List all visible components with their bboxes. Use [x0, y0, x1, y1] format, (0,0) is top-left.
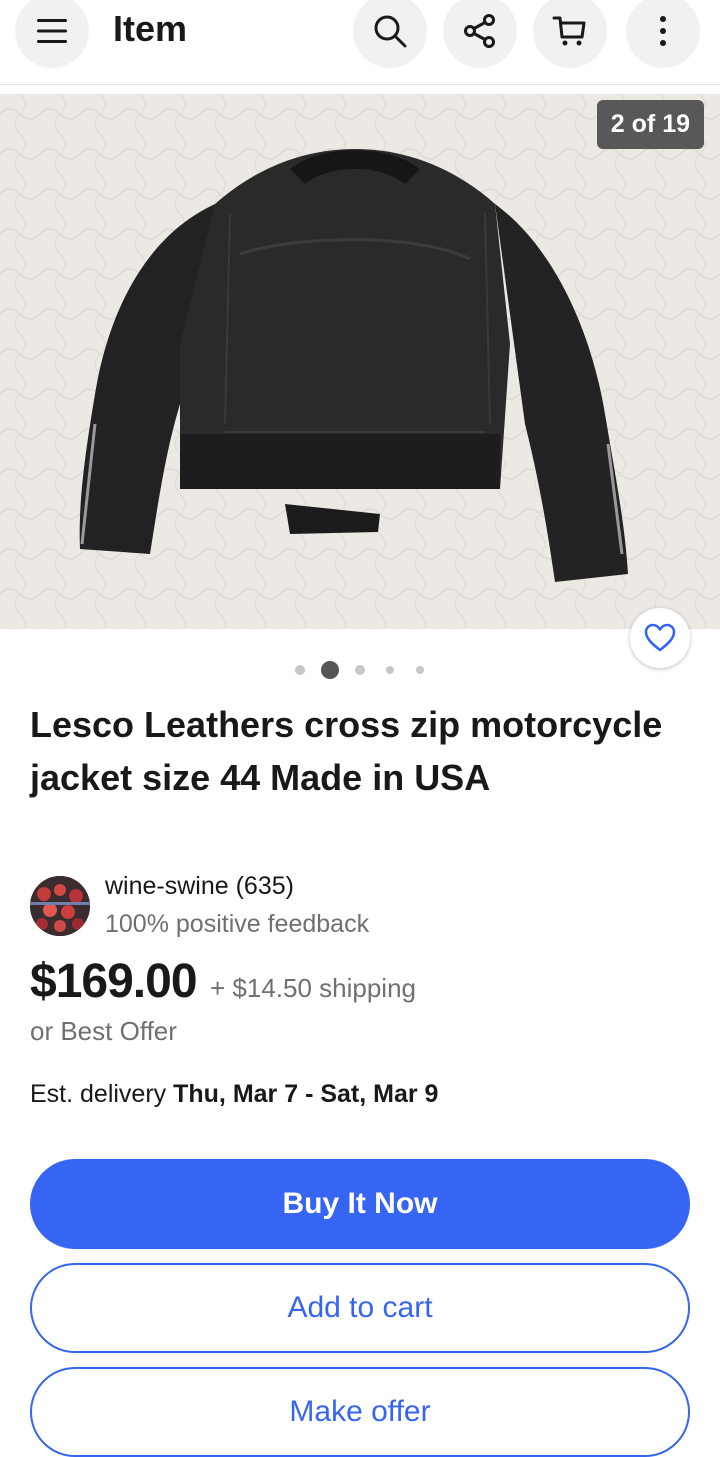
- page-title: Item: [113, 8, 188, 49]
- image-pagination-dots: [0, 660, 720, 679]
- jacket-photo: [0, 94, 720, 629]
- item-title: Lesco Leathers cross zip motorcycle jack…: [30, 704, 663, 798]
- share-icon: [464, 14, 495, 48]
- seller-name[interactable]: wine-swine (635): [105, 872, 294, 901]
- item-price: $169.00: [30, 955, 198, 1008]
- delivery-dates: Thu, Mar 7 - Sat, Mar 9: [173, 1080, 439, 1108]
- search-icon: [374, 15, 407, 48]
- menu-icon: [37, 19, 67, 43]
- delivery-label: Est. delivery: [30, 1080, 174, 1108]
- top-app-bar: Item: [0, 0, 720, 85]
- shipping-cost: + $14.50 shipping: [210, 973, 417, 1003]
- avatar-image: [30, 876, 90, 936]
- add-to-cart-button[interactable]: Add to cart: [30, 1263, 690, 1353]
- best-offer-label: or Best Offer: [30, 1016, 177, 1046]
- pagination-dot[interactable]: [355, 665, 365, 675]
- cart-icon: [552, 16, 586, 46]
- product-image[interactable]: [0, 94, 720, 629]
- heart-icon: [644, 623, 676, 652]
- more-icon: [660, 16, 666, 46]
- seller-avatar[interactable]: [30, 876, 90, 936]
- share-button[interactable]: [443, 0, 517, 68]
- pagination-dot-active[interactable]: [321, 661, 339, 679]
- seller-feedback: 100% positive feedback: [105, 910, 370, 938]
- pagination-dot[interactable]: [416, 666, 424, 674]
- estimated-delivery: Est. delivery Thu, Mar 7 - Sat, Mar 9: [30, 1080, 438, 1109]
- image-counter: 2 of 19: [596, 100, 704, 149]
- more-options-button[interactable]: [626, 0, 700, 68]
- buy-it-now-button[interactable]: Buy It Now: [30, 1159, 690, 1249]
- make-offer-button[interactable]: Make offer: [30, 1367, 690, 1457]
- menu-button[interactable]: [15, 0, 89, 68]
- add-to-watchlist-button[interactable]: [630, 608, 690, 668]
- cart-button[interactable]: [533, 0, 607, 68]
- search-button[interactable]: [353, 0, 427, 68]
- pagination-dot[interactable]: [295, 665, 305, 675]
- pagination-dot[interactable]: [386, 666, 394, 674]
